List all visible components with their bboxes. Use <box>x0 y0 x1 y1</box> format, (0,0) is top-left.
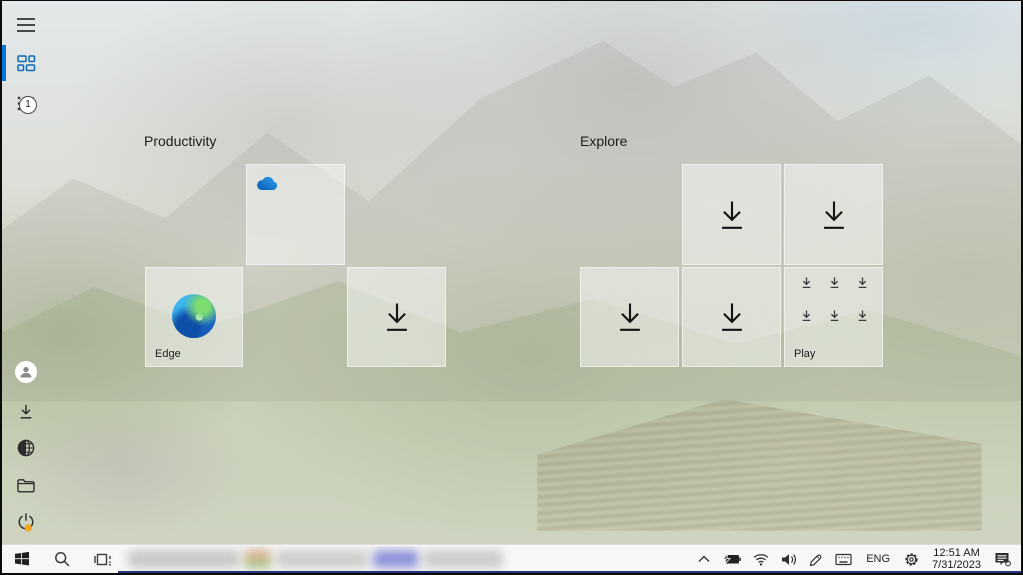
start-left-rail: 1 <box>2 1 50 544</box>
pinned-tiles-icon <box>16 54 35 71</box>
download-icon <box>20 404 32 418</box>
file-explorer-button[interactable] <box>6 467 46 503</box>
speaker-icon <box>782 553 797 565</box>
blurred-app-blob <box>128 550 240 568</box>
download-pending-icon <box>802 277 810 289</box>
network-status-button[interactable] <box>747 545 775 573</box>
power-icon <box>18 513 34 532</box>
pinned-tiles-view-button[interactable] <box>6 45 46 81</box>
system-tray: ENG 12:51 AM 7/31/2023 <box>692 545 1017 573</box>
tile-folder-play[interactable]: Play <box>784 267 883 367</box>
battery-charging-icon <box>722 553 742 565</box>
download-pending-icon <box>619 303 640 331</box>
tile-pending-download-explore-4[interactable] <box>682 267 781 367</box>
windows-ink-button[interactable] <box>803 545 829 573</box>
globe-icon <box>17 439 35 457</box>
blurred-app-blob <box>276 550 368 568</box>
user-account-button[interactable] <box>6 354 46 390</box>
clock[interactable]: 12:51 AM 7/31/2023 <box>925 545 988 573</box>
fullscreen-start-desktop: 1 Productivity Explore Edge Play ENG 12:… <box>0 0 1023 575</box>
pen-icon <box>810 554 822 566</box>
hidden-icons-button[interactable] <box>692 545 716 573</box>
language-code: ENG <box>866 553 891 565</box>
play-folder-preview <box>792 276 877 322</box>
battery-status-button[interactable] <box>716 545 747 573</box>
chevron-up-icon <box>698 555 710 563</box>
tile-pending-download-productivity[interactable] <box>347 267 446 367</box>
download-pending-icon <box>830 277 839 289</box>
edge-logo-icon <box>172 294 216 339</box>
blurred-app-blob <box>423 550 503 568</box>
wifi-icon <box>753 553 769 566</box>
language-indicator[interactable]: ENG <box>858 545 898 573</box>
keyboard-icon <box>835 553 852 565</box>
start-button[interactable] <box>2 545 42 573</box>
download-pending-icon <box>386 303 407 331</box>
action-center-button[interactable] <box>988 545 1017 573</box>
tile-pending-download-explore-1[interactable] <box>682 164 781 265</box>
taskbar-bottom-accent-line <box>118 571 1021 573</box>
tile-label: Play <box>794 348 816 360</box>
download-pending-icon <box>859 277 867 289</box>
wallpaper-cabin <box>537 399 982 531</box>
task-view-icon <box>93 553 111 566</box>
search-button[interactable] <box>42 545 82 573</box>
download-pending-icon <box>721 201 742 229</box>
tile-pending-download-explore-2[interactable] <box>784 164 883 265</box>
user-icon <box>20 366 32 378</box>
taskbar: ENG 12:51 AM 7/31/2023 <box>2 544 1021 573</box>
group-title-explore[interactable]: Explore <box>580 133 627 149</box>
download-pending-icon <box>823 201 844 229</box>
clock-time: 12:51 AM <box>933 547 980 559</box>
settings-tray-button[interactable] <box>898 545 925 573</box>
badge-count: 1 <box>25 99 31 110</box>
task-view-button[interactable] <box>82 545 122 573</box>
onedrive-cloud-icon <box>257 176 278 190</box>
windows-logo-icon <box>15 551 29 566</box>
clock-date: 7/31/2023 <box>932 559 981 571</box>
volume-button[interactable] <box>775 545 803 573</box>
hamburger-menu-button[interactable] <box>6 7 46 43</box>
tile-onedrive[interactable] <box>246 164 345 265</box>
download-pending-icon <box>830 310 839 322</box>
blurred-app-blob <box>373 550 419 568</box>
touch-keyboard-button[interactable] <box>829 545 858 573</box>
downloads-button[interactable] <box>6 393 46 429</box>
download-pending-icon <box>802 310 810 322</box>
tile-pending-download-explore-3[interactable] <box>580 267 679 367</box>
download-pending-icon <box>859 310 867 322</box>
download-pending-icon <box>721 303 742 331</box>
hamburger-icon <box>17 18 35 32</box>
taskbar-pinned-apps-blurred[interactable] <box>118 546 510 572</box>
tile-label: Edge <box>155 348 181 360</box>
group-title-productivity[interactable]: Productivity <box>144 133 216 149</box>
power-button[interactable] <box>6 504 46 540</box>
avatar <box>15 361 37 383</box>
power-update-badge <box>24 524 32 532</box>
all-apps-notification-badge: 1 <box>19 96 37 114</box>
action-center-icon <box>995 553 1011 567</box>
blurred-app-blob <box>244 550 272 568</box>
tile-edge[interactable]: Edge <box>145 267 243 367</box>
gear-icon <box>905 552 918 566</box>
folder-icon <box>17 478 35 492</box>
search-icon <box>55 552 70 567</box>
web-browser-button[interactable] <box>6 430 46 466</box>
